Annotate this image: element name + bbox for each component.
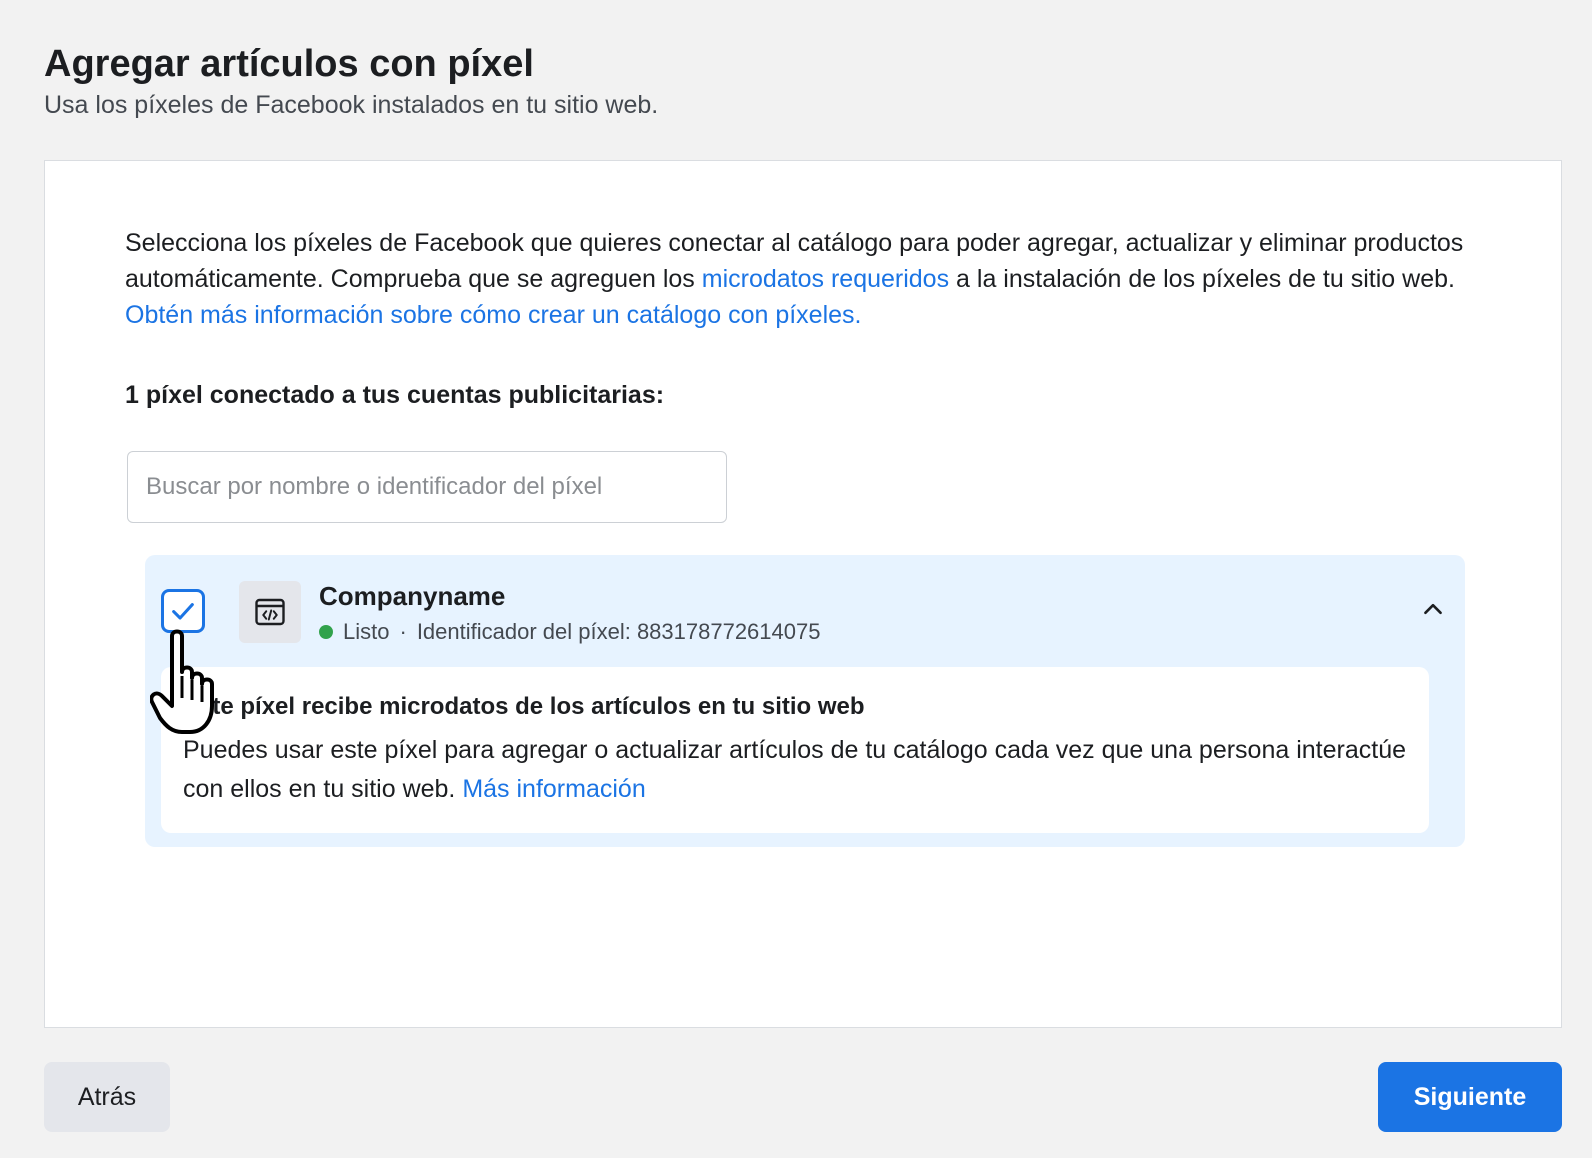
code-window-icon [239,581,301,643]
page-header: Agregar artículos con píxel Usa los píxe… [44,40,658,122]
chevron-up-icon [1424,603,1442,615]
pixel-detail-box: Este píxel recibe microdatos de los artí… [161,667,1429,833]
pixel-checkbox[interactable] [161,589,205,633]
next-button[interactable]: Siguiente [1378,1062,1562,1132]
intro-text-2: a la instalación de los píxeles de tu si… [949,265,1455,293]
pixel-id: Identificador del píxel: 883178772614075 [416,619,821,644]
pixel-search-input[interactable] [127,451,727,523]
collapse-button[interactable] [1417,593,1449,625]
detail-title: Este píxel recibe microdatos de los artí… [183,693,865,720]
microdata-link[interactable]: microdatos requeridos [702,265,949,293]
intro-paragraph: Selecciona los píxeles de Facebook que q… [125,225,1475,333]
page-title: Agregar artículos con píxel [44,43,534,85]
page-subtitle: Usa los píxeles de Facebook instalados e… [44,91,659,119]
back-button[interactable]: Atrás [44,1062,170,1132]
detail-text: Puedes usar este píxel para agregar o ac… [183,731,1413,809]
more-info-link[interactable]: Más información [462,775,645,803]
pixel-name: Companyname [319,581,506,611]
connected-pixels-label: 1 píxel conectado a tus cuentas publicit… [125,381,665,409]
detail-body: Puedes usar este píxel para agregar o ac… [183,736,1406,803]
learn-more-catalog-link[interactable]: Obtén más información sobre cómo crear u… [125,301,862,329]
pixel-selection-card: Selecciona los píxeles de Facebook que q… [44,160,1562,1028]
status-dot-icon [319,625,333,639]
pixel-meta: Listo · Identificador del píxel: 8831787… [319,619,820,645]
pixel-item: Companyname Listo · Identificador del pí… [145,555,1465,847]
meta-separator: · [399,619,407,644]
pixel-status: Listo [343,619,390,644]
check-icon [172,603,194,620]
